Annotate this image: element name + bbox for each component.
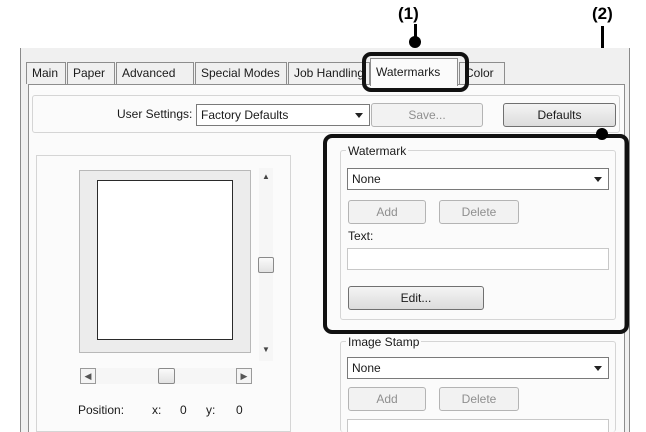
callout-2-dot	[596, 128, 608, 140]
watermark-settings-highlight-box	[323, 134, 629, 334]
user-settings-label: User Settings:	[117, 107, 193, 121]
y-label: y:	[206, 403, 216, 417]
image-stamp-delete-button[interactable]: Delete	[439, 387, 519, 411]
x-value: 0	[180, 403, 187, 417]
tab-special-modes[interactable]: Special Modes	[195, 62, 287, 84]
vertical-scroll-thumb[interactable]	[258, 257, 274, 273]
user-settings-combo[interactable]: Factory Defaults	[196, 104, 370, 126]
chevron-down-icon	[594, 366, 602, 371]
scroll-left-arrow-icon[interactable]: ◀	[80, 368, 96, 384]
callout-1-dot	[409, 36, 421, 48]
user-settings-value: Factory Defaults	[201, 108, 289, 122]
tab-main[interactable]: Main	[26, 62, 66, 84]
tab-advanced[interactable]: Advanced	[116, 62, 194, 84]
horizontal-scroll-thumb[interactable]	[158, 368, 175, 384]
position-label: Position:	[78, 403, 125, 417]
y-value: 0	[236, 403, 243, 417]
image-stamp-combo[interactable]: None	[347, 357, 609, 379]
image-stamp-file-field[interactable]	[347, 419, 609, 432]
tab-job-handling[interactable]: Job Handling	[288, 62, 370, 84]
chevron-down-icon	[355, 113, 363, 118]
scroll-right-arrow-icon[interactable]: ▶	[236, 368, 252, 384]
image-stamp-value: None	[352, 361, 381, 375]
save-button[interactable]: Save...	[371, 103, 483, 127]
callout-2: (2)	[592, 4, 613, 23]
preview-page-sheet	[97, 180, 233, 340]
tab-paper[interactable]: Paper	[67, 62, 115, 84]
scroll-up-arrow-icon[interactable]: ▲	[261, 172, 271, 182]
watermarks-tab-highlight-box	[362, 52, 469, 92]
x-label: x:	[152, 403, 162, 417]
defaults-button[interactable]: Defaults	[503, 103, 616, 127]
callout-1: (1)	[398, 4, 419, 23]
image-stamp-group-label: Image Stamp	[346, 335, 422, 349]
image-stamp-add-button[interactable]: Add	[348, 387, 426, 411]
scroll-down-arrow-icon[interactable]: ▼	[261, 345, 271, 355]
